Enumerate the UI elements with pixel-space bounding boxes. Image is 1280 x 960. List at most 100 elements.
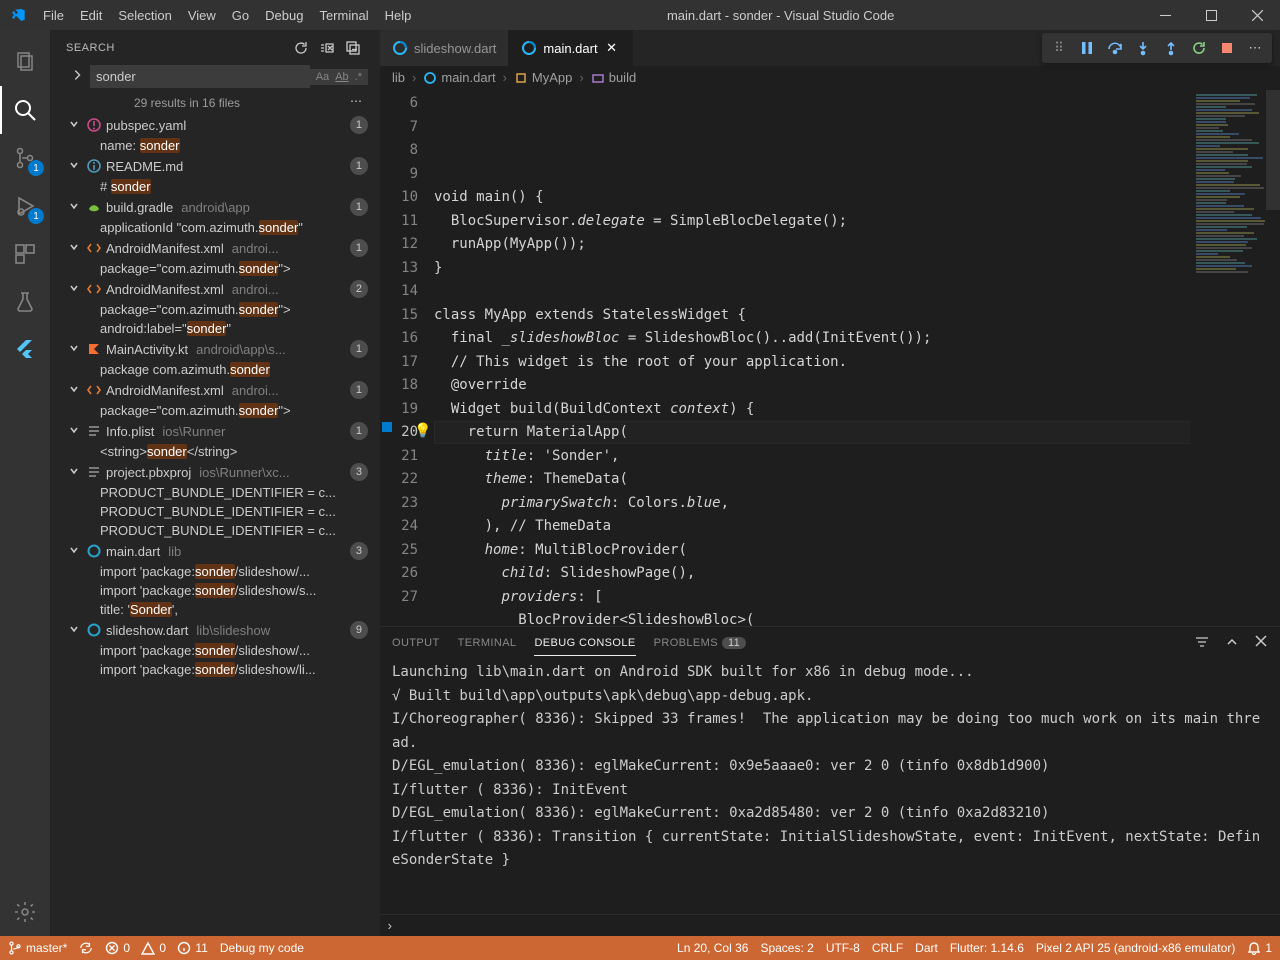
search-file-header[interactable]: AndroidManifest.xmlandroi...2 <box>50 278 380 300</box>
search-match[interactable]: import 'package:sonder/slideshow/... <box>50 562 380 581</box>
refresh-icon[interactable] <box>290 37 312 59</box>
encoding[interactable]: UTF-8 <box>826 941 860 955</box>
search-file-header[interactable]: AndroidManifest.xmlandroi...1 <box>50 379 380 401</box>
debug-console-output[interactable]: Launching lib\main.dart on Android SDK b… <box>380 659 1280 914</box>
search-icon[interactable] <box>0 86 50 134</box>
search-file-header[interactable]: MainActivity.ktandroid\app\s...1 <box>50 338 380 360</box>
breadcrumb-segment[interactable]: build <box>609 70 636 85</box>
notifications-icon[interactable]: 1 <box>1247 941 1272 955</box>
minimap-slider[interactable] <box>1266 90 1280 210</box>
search-match[interactable]: PRODUCT_BUNDLE_IDENTIFIER = c... <box>50 502 380 521</box>
search-match[interactable]: package="com.azimuth.sonder"> <box>50 300 380 319</box>
menu-edit[interactable]: Edit <box>72 2 110 29</box>
search-file-header[interactable]: README.md1 <box>50 155 380 177</box>
breadcrumb[interactable]: lib›main.dart›MyApp›build <box>380 66 1280 90</box>
menu-view[interactable]: View <box>180 2 224 29</box>
breadcrumb-segment[interactable]: main.dart <box>441 70 495 85</box>
search-match[interactable]: import 'package:sonder/slideshow/s... <box>50 581 380 600</box>
minimize-button[interactable] <box>1142 0 1188 30</box>
tab-problems[interactable]: PROBLEMS11 <box>654 631 747 655</box>
device-selector[interactable]: Pixel 2 API 25 (android-x86 emulator) <box>1036 941 1235 955</box>
match-case-icon[interactable]: Aa <box>314 71 331 83</box>
more-debug-icon[interactable]: ⋯ <box>1242 35 1268 61</box>
chevron-right-icon[interactable] <box>70 68 86 85</box>
menu-debug[interactable]: Debug <box>257 2 311 29</box>
breakpoint-marker[interactable] <box>382 422 392 432</box>
flutter-icon[interactable] <box>0 326 50 374</box>
menu-selection[interactable]: Selection <box>110 2 179 29</box>
search-match[interactable]: applicationId "com.azimuth.sonder" <box>50 218 380 237</box>
eol[interactable]: CRLF <box>872 941 903 955</box>
flutter-version[interactable]: Flutter: 1.14.6 <box>950 941 1024 955</box>
file-type-icon <box>86 158 102 174</box>
search-match[interactable]: package com.azimuth.sonder <box>50 360 380 379</box>
clear-search-icon[interactable] <box>316 37 338 59</box>
indentation[interactable]: Spaces: 2 <box>760 941 813 955</box>
source-control-icon[interactable]: 1 <box>0 134 50 182</box>
search-file-header[interactable]: project.pbxprojios\Runner\xc...3 <box>50 461 380 483</box>
step-into-icon[interactable] <box>1130 35 1156 61</box>
settings-gear-icon[interactable] <box>0 888 50 936</box>
search-match[interactable]: title: 'Sonder', <box>50 600 380 619</box>
collapse-all-icon[interactable] <box>342 37 364 59</box>
code-editor[interactable]: void main() { BlocSupervisor.delegate = … <box>434 90 1280 626</box>
editor-tab[interactable]: slideshow.dart <box>380 30 509 66</box>
search-results[interactable]: pubspec.yaml1name: sonderREADME.md1# son… <box>50 114 380 936</box>
explorer-icon[interactable] <box>0 38 50 86</box>
search-match[interactable]: android:label="sonder" <box>50 319 380 338</box>
search-file-header[interactable]: build.gradleandroid\app1 <box>50 196 380 218</box>
search-match[interactable]: import 'package:sonder/slideshow/li... <box>50 660 380 679</box>
search-file-header[interactable]: slideshow.dartlib\slideshow9 <box>50 619 380 641</box>
search-match[interactable]: import 'package:sonder/slideshow/... <box>50 641 380 660</box>
close-button[interactable] <box>1234 0 1280 30</box>
problems-indicator[interactable]: 0 0 11 <box>105 941 208 955</box>
search-file-header[interactable]: Info.plistios\Runner1 <box>50 420 380 442</box>
tab-terminal[interactable]: TERMINAL <box>458 631 517 655</box>
whole-word-icon[interactable]: Ab <box>333 71 350 83</box>
more-options-icon[interactable]: ⋯ <box>350 94 362 108</box>
step-over-icon[interactable] <box>1102 35 1128 61</box>
search-match[interactable]: package="com.azimuth.sonder"> <box>50 259 380 278</box>
search-match[interactable]: PRODUCT_BUNDLE_IDENTIFIER = c... <box>50 521 380 540</box>
restart-icon[interactable] <box>1186 35 1212 61</box>
regex-icon[interactable]: .* <box>353 71 364 83</box>
debug-console-input-caret[interactable]: › <box>380 914 1280 936</box>
extensions-icon[interactable] <box>0 230 50 278</box>
maximize-button[interactable] <box>1188 0 1234 30</box>
tab-debug-console[interactable]: DEBUG CONSOLE <box>534 631 635 656</box>
tab-output[interactable]: OUTPUT <box>392 631 440 655</box>
search-file-header[interactable]: AndroidManifest.xmlandroi...1 <box>50 237 380 259</box>
menu-file[interactable]: File <box>35 2 72 29</box>
debug-target[interactable]: Debug my code <box>220 941 304 955</box>
drag-handle-icon[interactable]: ⠿ <box>1046 35 1072 61</box>
search-match[interactable]: PRODUCT_BUNDLE_IDENTIFIER = c... <box>50 483 380 502</box>
search-match[interactable]: package="com.azimuth.sonder"> <box>50 401 380 420</box>
breadcrumb-segment[interactable]: MyApp <box>532 70 572 85</box>
cursor-position[interactable]: Ln 20, Col 36 <box>677 941 748 955</box>
search-file-header[interactable]: pubspec.yaml1 <box>50 114 380 136</box>
minimap[interactable] <box>1190 90 1280 626</box>
search-match[interactable]: name: sonder <box>50 136 380 155</box>
stop-icon[interactable] <box>1214 35 1240 61</box>
test-icon[interactable] <box>0 278 50 326</box>
breadcrumb-segment[interactable]: lib <box>392 70 405 85</box>
pause-icon[interactable] <box>1074 35 1100 61</box>
panel-collapse-icon[interactable] <box>1224 634 1240 653</box>
filter-icon[interactable] <box>1194 634 1210 653</box>
lightbulb-icon[interactable]: 💡 <box>414 420 431 444</box>
debug-icon[interactable]: 1 <box>0 182 50 230</box>
menu-terminal[interactable]: Terminal <box>311 2 376 29</box>
panel-close-icon[interactable] <box>1254 634 1268 653</box>
search-match[interactable]: # sonder <box>50 177 380 196</box>
language-mode[interactable]: Dart <box>915 941 938 955</box>
search-input[interactable] <box>90 65 310 88</box>
search-file-header[interactable]: main.dartlib3 <box>50 540 380 562</box>
editor-tab[interactable]: main.dart✕ <box>509 30 632 66</box>
menu-help[interactable]: Help <box>377 2 420 29</box>
search-match[interactable]: <string>sonder</string> <box>50 442 380 461</box>
menu-go[interactable]: Go <box>224 2 257 29</box>
sync-icon[interactable] <box>79 941 93 955</box>
step-out-icon[interactable] <box>1158 35 1184 61</box>
branch-indicator[interactable]: master* <box>8 941 67 955</box>
close-icon[interactable]: ✕ <box>604 40 620 56</box>
